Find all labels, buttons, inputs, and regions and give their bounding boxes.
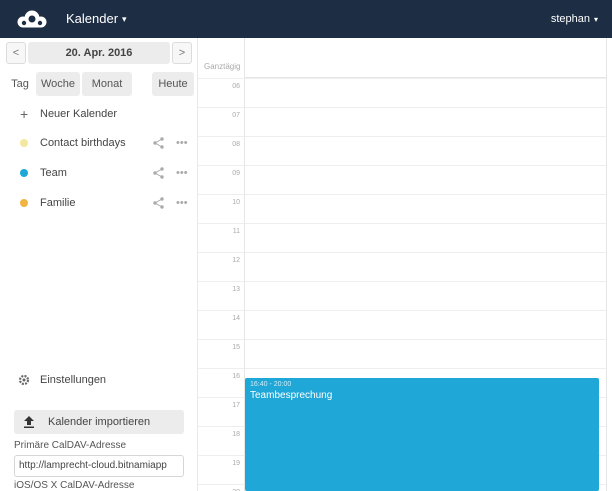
hour-label: 07 (232, 112, 240, 119)
calendar-item[interactable]: Familie ••• (0, 191, 198, 215)
user-name: stephan (550, 13, 590, 25)
hour-label: 14 (232, 315, 240, 322)
view-week-button[interactable]: Woche (36, 72, 80, 96)
today-button[interactable]: Heute (152, 72, 194, 96)
hour-label: 12 (232, 257, 240, 264)
calendar-grid: Ganztägig 06 07 08 09 10 11 12 13 14 15 … (198, 38, 612, 491)
share-icon[interactable] (152, 161, 166, 185)
hour-label: 19 (232, 460, 240, 467)
caldav-primary-label: Primäre CalDAV-Adresse (14, 440, 127, 451)
hour-label: 16 (232, 373, 240, 380)
calendar-color-dot[interactable] (20, 199, 28, 207)
hour-slot[interactable]: 10 (198, 194, 606, 223)
hour-label: 15 (232, 344, 240, 351)
app-menu-button[interactable]: Kalender ▾ (66, 11, 127, 26)
hour-slot[interactable]: 15 (198, 339, 606, 368)
calendar-item[interactable]: Team ••• (0, 161, 198, 185)
caldav-ios-label: iOS/OS X CalDAV-Adresse (14, 480, 135, 491)
hour-label: 17 (232, 402, 240, 409)
day-header[interactable] (244, 38, 606, 78)
hour-label: 13 (232, 286, 240, 293)
chevron-down-icon: ▾ (593, 15, 598, 24)
plus-icon: + (20, 106, 29, 122)
app-name: Kalender (66, 11, 119, 26)
calendar-color-dot[interactable] (20, 169, 28, 177)
calendar-name: Team (40, 167, 67, 179)
caldav-primary-field[interactable]: http://lamprecht-cloud.bitnamiapp (14, 455, 184, 477)
hour-label: 09 (232, 170, 240, 177)
next-button[interactable]: > (172, 42, 192, 64)
settings-button[interactable]: Einstellungen (0, 368, 198, 392)
settings-label: Einstellungen (40, 374, 107, 386)
hour-slot[interactable]: 06 (198, 78, 606, 107)
view-month-button[interactable]: Monat (82, 72, 132, 96)
more-options-icon[interactable]: ••• (176, 191, 188, 215)
upload-icon (24, 416, 34, 428)
import-calendar-label: Kalender importieren (48, 416, 151, 428)
event-time: 16:40 - 20:00 (250, 381, 292, 388)
calendar-color-dot[interactable] (20, 139, 28, 147)
calendar-name: Contact birthdays (40, 137, 126, 149)
hour-label: 08 (232, 141, 240, 148)
sidebar: < 20. Apr. 2016 > Tag Woche Monat Heute … (0, 38, 198, 491)
date-navigation: < 20. Apr. 2016 > (6, 42, 192, 64)
calendar-event[interactable]: 16:40 - 20:00 Teambesprechung (245, 378, 599, 491)
hour-slot[interactable]: 09 (198, 165, 606, 194)
hour-slot[interactable]: 12 (198, 252, 606, 281)
allday-label: Ganztägig (204, 62, 241, 71)
calendar-item[interactable]: Contact birthdays ••• (0, 131, 198, 155)
calendar-name: Familie (40, 197, 76, 209)
share-icon[interactable] (152, 131, 166, 155)
column-divider (606, 38, 607, 491)
previous-button[interactable]: < (6, 42, 26, 64)
hour-label: 18 (232, 431, 240, 438)
new-calendar-button[interactable]: + Neuer Kalender (0, 102, 198, 126)
new-calendar-label: Neuer Kalender (40, 108, 118, 120)
hour-slot[interactable]: 08 (198, 136, 606, 165)
top-header: Kalender ▾ stephan ▾ (0, 0, 612, 38)
hour-label: 11 (232, 228, 240, 235)
gear-icon (18, 374, 30, 386)
more-options-icon[interactable]: ••• (176, 131, 188, 155)
hour-label: 06 (232, 83, 240, 90)
hour-label: 10 (232, 199, 240, 206)
hour-slot[interactable]: 13 (198, 281, 606, 310)
hour-slot[interactable]: 07 (198, 107, 606, 136)
hour-slot[interactable]: 11 (198, 223, 606, 252)
date-picker-button[interactable]: 20. Apr. 2016 (28, 42, 170, 64)
view-switcher: Tag Woche Monat Heute (6, 72, 194, 96)
view-day-button[interactable]: Tag (6, 72, 34, 96)
cloud-logo-icon[interactable] (14, 9, 50, 29)
import-calendar-button[interactable]: Kalender importieren (14, 410, 184, 434)
event-title: Teambesprechung (250, 390, 333, 401)
user-menu-button[interactable]: stephan ▾ (551, 13, 598, 25)
share-icon[interactable] (152, 191, 166, 215)
chevron-down-icon: ▾ (122, 14, 127, 24)
more-options-icon[interactable]: ••• (176, 161, 188, 185)
hour-slot[interactable]: 14 (198, 310, 606, 339)
